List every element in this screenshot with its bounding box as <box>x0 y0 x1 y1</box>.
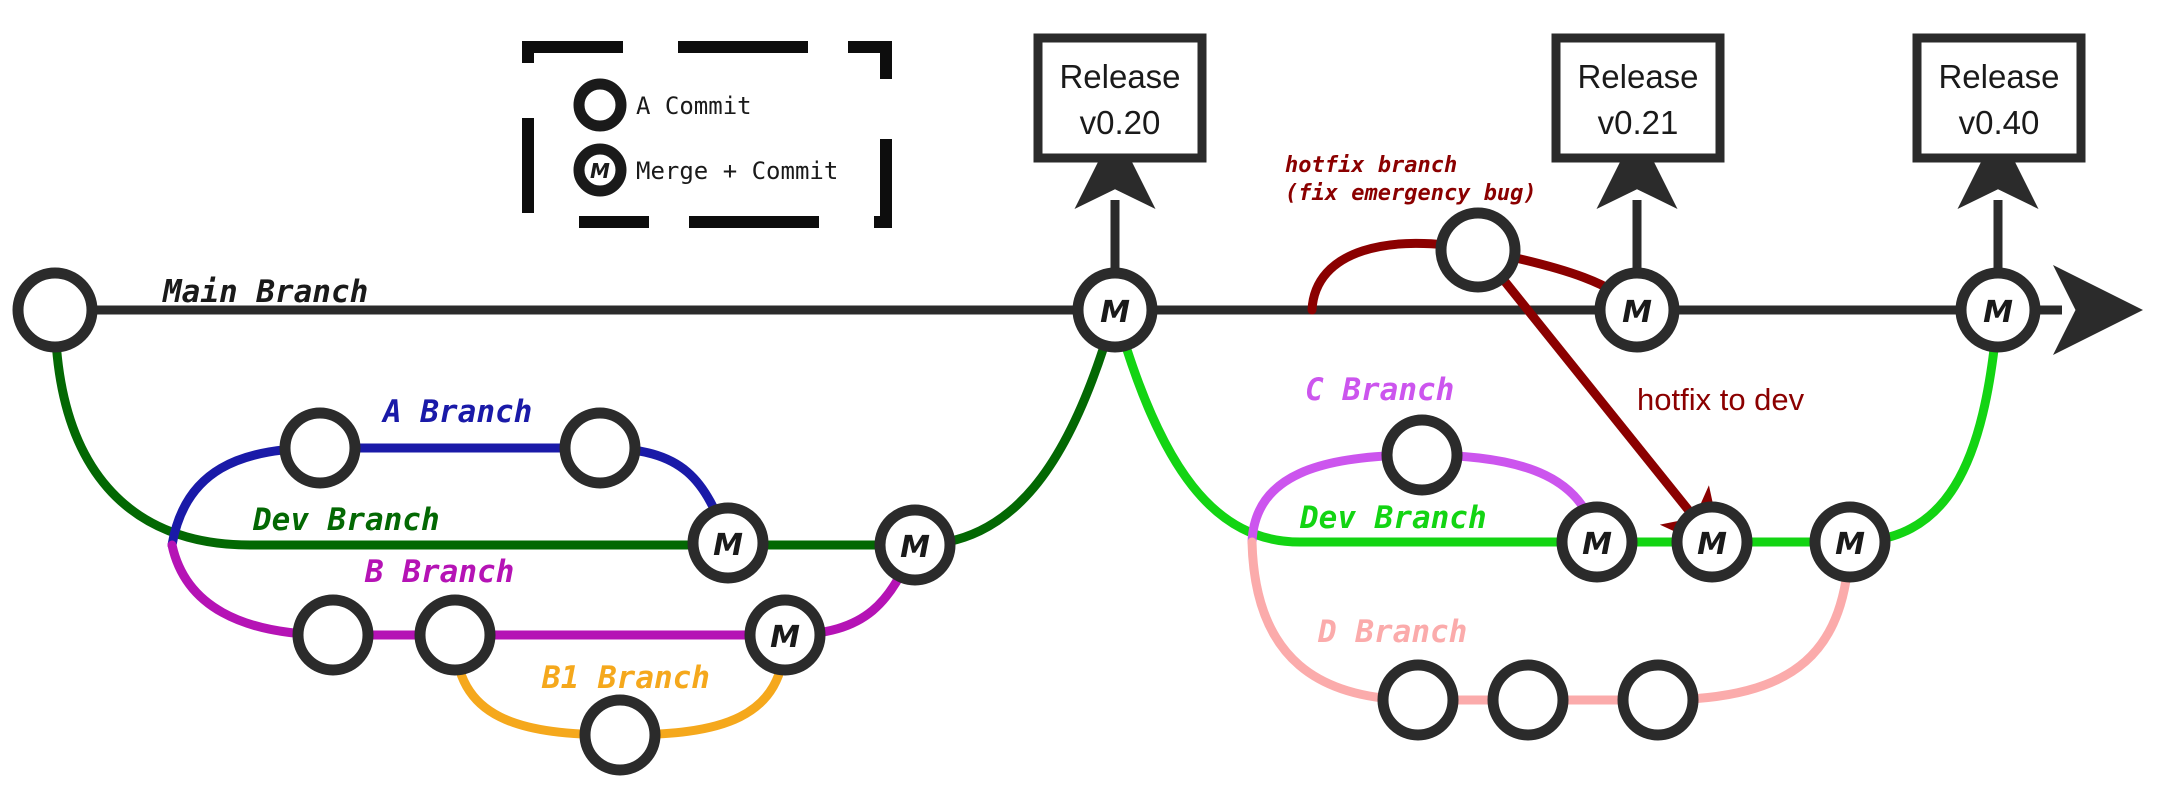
release-v021-title: Release <box>1577 58 1698 95</box>
merge-marker-label: M <box>770 620 800 655</box>
merge-marker-label: M <box>1582 527 1612 562</box>
release-v040-version: v0.40 <box>1959 104 2040 141</box>
d-branch-label: D Branch <box>1317 614 1467 650</box>
release-v021-version: v0.21 <box>1598 104 1679 141</box>
hotfix-note-line1: hotfix branch <box>1285 153 1457 178</box>
release-v020-version: v0.20 <box>1080 104 1161 141</box>
release-box-v021[interactable]: Release v0.21 <box>1551 33 1725 163</box>
node-dev-merge-c[interactable]: M <box>1556 501 1638 583</box>
node-dev-merge-hotfix[interactable]: M <box>1671 501 1753 583</box>
node-b-commit-1[interactable] <box>292 594 374 676</box>
node-dev-merge-d[interactable]: M <box>1809 501 1891 583</box>
node-d-commit-1[interactable] <box>1377 659 1459 741</box>
node-root-commit[interactable] <box>12 267 98 353</box>
node-d-commit-2[interactable] <box>1487 659 1569 741</box>
node-merge-v040[interactable]: M <box>1955 267 2041 353</box>
legend-item-merge: M Merge + Commit <box>573 143 838 197</box>
legend-box <box>522 41 892 228</box>
merge-marker-label: M <box>1100 295 1130 330</box>
hotfix-to-dev-label: hotfix to dev <box>1637 382 1805 417</box>
node-b-merge-b1[interactable]: M <box>744 594 826 676</box>
node-a-commit-1[interactable] <box>279 407 361 489</box>
node-merge-hotfix-main[interactable]: M <box>1594 267 1680 353</box>
merge-marker-label: M <box>1983 295 2013 330</box>
release-box-v020[interactable]: Release v0.20 <box>1033 33 1207 163</box>
merge-marker-label: M <box>713 528 743 563</box>
merge-marker-label: M <box>1835 527 1865 562</box>
node-a-commit-2[interactable] <box>559 407 641 489</box>
release-v020-title: Release <box>1059 58 1180 95</box>
a-branch-label: A Branch <box>381 394 532 430</box>
legend-label-commit: A Commit <box>636 92 752 120</box>
node-b-commit-2[interactable] <box>414 594 496 676</box>
node-dev-merge-a[interactable]: M <box>687 502 769 584</box>
node-merge-v020[interactable]: M <box>1072 267 1158 353</box>
b1-branch-label: B1 Branch <box>541 660 710 696</box>
legend-item-commit: A Commit <box>573 78 752 132</box>
node-c-commit-1[interactable] <box>1381 414 1463 496</box>
diagram-canvas: Release v0.20 Release v0.21 Release v0.4… <box>12 33 2143 776</box>
release-v040-title: Release <box>1938 58 2059 95</box>
node-hotfix-commit[interactable] <box>1435 207 1521 293</box>
dev-branch-label-right: Dev Branch <box>1299 500 1487 536</box>
node-b1-commit-1[interactable] <box>579 694 661 776</box>
merge-marker-label: M <box>590 159 610 183</box>
c-branch-label: C Branch <box>1305 372 1454 408</box>
hotfix-note-line2: (fix emergency bug) <box>1285 181 1537 206</box>
dev-branch-label-left: Dev Branch <box>252 502 440 538</box>
git-branching-diagram: Release v0.20 Release v0.21 Release v0.4… <box>0 0 2165 800</box>
main-branch-label: Main Branch <box>162 274 368 310</box>
node-d-commit-3[interactable] <box>1617 659 1699 741</box>
commit-node-icon <box>573 78 627 132</box>
release-box-v040[interactable]: Release v0.40 <box>1912 33 2086 163</box>
merge-marker-label: M <box>1622 295 1652 330</box>
merge-marker-label: M <box>1697 527 1727 562</box>
legend-label-merge: Merge + Commit <box>636 157 838 185</box>
merge-marker-label: M <box>900 530 930 565</box>
node-dev-merge-b[interactable]: M <box>874 504 956 586</box>
b-branch-label: B Branch <box>364 554 514 590</box>
